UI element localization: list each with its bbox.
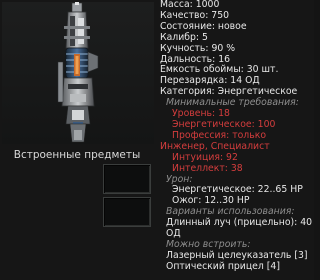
stat-accuracy: Кучность: 90 % (160, 42, 236, 54)
embed-optical-sight: Оптический прицел [4] (166, 260, 280, 272)
embedded-items-label: Встроенные предметы (13, 149, 141, 161)
weapon-image (2, 2, 154, 144)
item-stats: Масса: 1000 Качество: 750 Состояние: нов… (160, 0, 314, 273)
stat-caliber: Калибр: 5 (160, 31, 208, 43)
usage-long-beam: Длинный луч (прицельно): 40 ОД (166, 217, 313, 240)
embedded-item-slot-2[interactable] (103, 197, 151, 227)
embedded-item-slot-1[interactable] (103, 164, 151, 194)
requirement-intellect: Интеллект: 38 (172, 162, 243, 174)
requirement-intuition: Интуиция: 92 (172, 151, 238, 163)
energy-rifle-icon (57, 2, 99, 143)
item-info-panel: Встроенные предметы Масса: 1000 Качество… (0, 0, 314, 280)
requirement-profession: Профессия: только Инженер, Специалист (160, 129, 270, 152)
